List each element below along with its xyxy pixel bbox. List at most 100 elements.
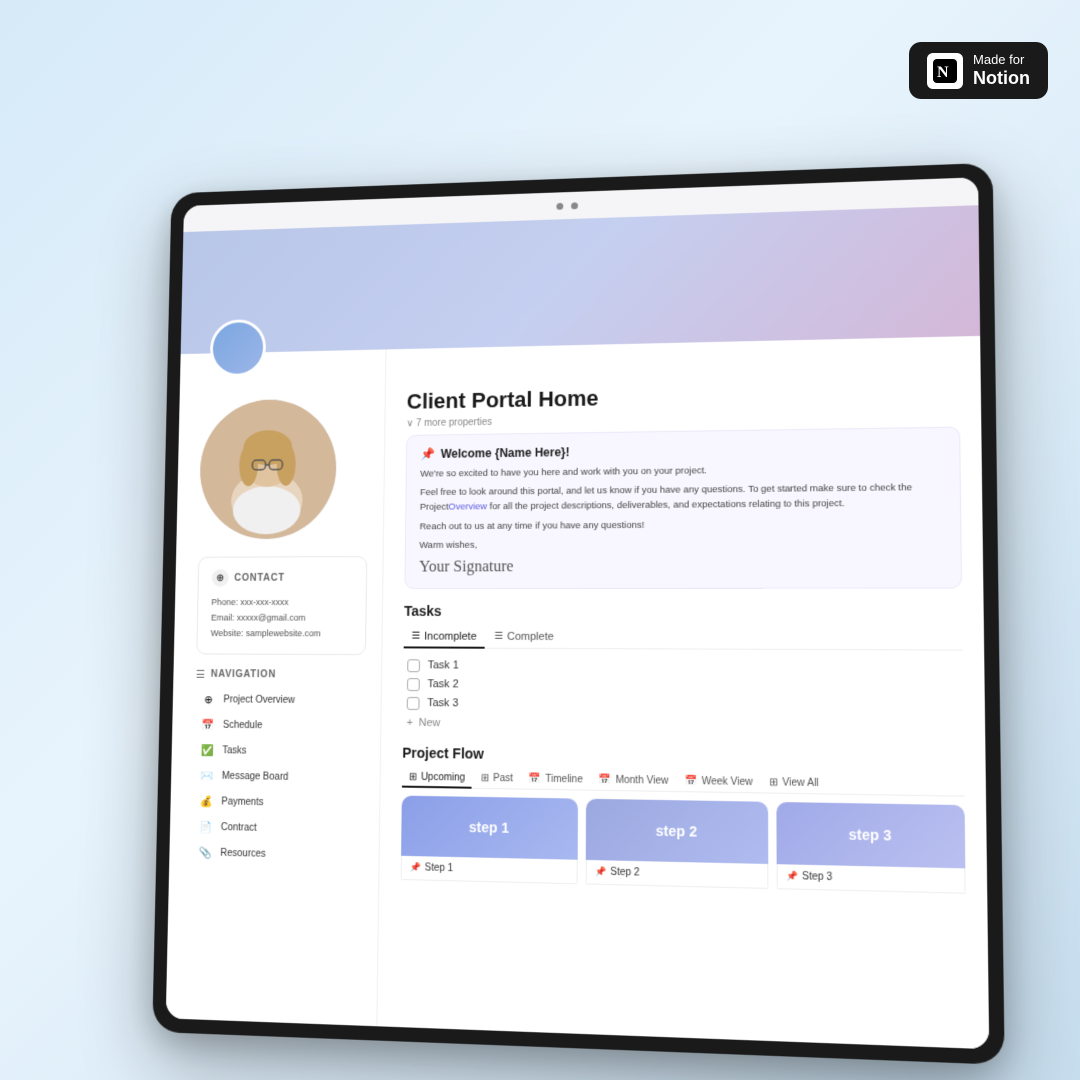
schedule-icon: 📅 (200, 717, 215, 733)
contact-header: ⊕ CONTACT (212, 569, 353, 587)
step-2-card-label: step 2 (656, 822, 697, 839)
step-1-card-label: step 1 (469, 819, 509, 836)
month-label: Month View (616, 775, 669, 787)
step-1-info: 📌 Step 1 (401, 856, 578, 884)
flow-tab-week[interactable]: 📅 Week View (678, 773, 760, 794)
incomplete-tab-label: Incomplete (424, 631, 477, 643)
camera-dot-1 (556, 202, 563, 209)
flow-tab-timeline[interactable]: 📅 Timeline (522, 770, 590, 790)
overview-link[interactable]: Overview (448, 502, 487, 513)
warm-wishes: Warm wishes, (419, 535, 945, 553)
nav-item-resources[interactable]: 📎 Resources (192, 841, 363, 869)
contact-section: ⊕ CONTACT Phone: xxx-xxx-xxxx Email: xxx… (196, 556, 367, 655)
task-2-label: Task 2 (427, 679, 458, 691)
welcome-box: 📌 Welcome {Name Here}! We're so excited … (404, 427, 962, 590)
nav-item-contract[interactable]: 📄 Contract (192, 815, 363, 842)
svg-text:N: N (937, 64, 949, 81)
welcome-line2: Feel free to look around this portal, an… (420, 480, 945, 515)
notion-badge-text: Made for Notion (973, 52, 1030, 89)
tasks-icon: ✅ (200, 743, 215, 759)
tasks-tabs-row: ☰ Incomplete ☰ Complete (404, 627, 963, 651)
nav-item-label: Tasks (222, 745, 246, 756)
step-1-label: Step 1 (425, 862, 454, 874)
tab-incomplete[interactable]: ☰ Incomplete (404, 627, 485, 649)
signature: Your Signature (419, 557, 946, 577)
task-1-label: Task 1 (428, 660, 459, 672)
nav-item-label: Payments (221, 797, 263, 809)
step-3-image: step 3 (776, 802, 965, 868)
upcoming-icon: ⊞ (409, 772, 417, 783)
step-3-label: Step 3 (802, 871, 832, 883)
upcoming-label: Upcoming (421, 772, 465, 784)
flow-tab-all[interactable]: ⊞ View All (762, 774, 826, 795)
step-card-1[interactable]: step 1 📌 Step 1 (401, 796, 578, 891)
nav-icon: ☰ (196, 668, 206, 681)
task-3-checkbox[interactable] (407, 697, 420, 710)
step-2-label-row: 📌 Step 2 (595, 866, 759, 881)
contact-website: Website: samplewebsite.com (211, 626, 352, 642)
step-1-image: step 1 (401, 796, 578, 860)
tab-complete[interactable]: ☰ Complete (486, 627, 561, 649)
profile-image (199, 398, 338, 539)
incomplete-tab-icon: ☰ (411, 631, 420, 642)
nav-item-payments[interactable]: 💰 Payments (193, 790, 364, 817)
page-title-area: Client Portal Home ∨ 7 more properties (406, 349, 960, 430)
task-2-checkbox[interactable] (407, 678, 420, 691)
complete-tab-label: Complete (507, 631, 554, 643)
contact-email: Email: xxxxx@gmail.com (211, 610, 352, 626)
tablet-screen: ⊕ CONTACT Phone: xxx-xxx-xxxx Email: xxx… (166, 177, 989, 1049)
flow-tab-past[interactable]: ⊞ Past (474, 770, 520, 790)
complete-tab-icon: ☰ (494, 631, 503, 642)
step-2-pin: 📌 (595, 866, 606, 878)
project-overview-icon: ⊕ (201, 692, 216, 708)
past-label: Past (493, 773, 513, 784)
nav-header: ☰ NAVIGATION (196, 668, 366, 682)
flow-tabs-row: ⊞ Upcoming ⊞ Past 📅 Timeline (402, 769, 965, 797)
welcome-title: Welcome {Name Here}! (441, 445, 570, 460)
nav-section: ☰ NAVIGATION ⊕ Project Overview 📅 Schedu… (192, 668, 366, 869)
nav-item-message-board[interactable]: ✉️ Message Board (193, 764, 364, 790)
week-icon: 📅 (685, 776, 698, 787)
project-flow-title: Project Flow (402, 745, 964, 769)
nav-item-label: Project Overview (223, 695, 295, 706)
nav-title: NAVIGATION (211, 669, 276, 680)
week-label: Week View (702, 776, 753, 788)
timeline-label: Timeline (545, 774, 583, 786)
nav-item-label: Schedule (223, 720, 263, 731)
month-icon: 📅 (599, 774, 612, 785)
message-board-icon: ✉️ (199, 768, 214, 784)
step-cards-row: step 1 📌 Step 1 (401, 796, 966, 901)
task-3-label: Task 3 (427, 698, 458, 710)
flow-tab-month[interactable]: 📅 Month View (592, 771, 676, 792)
page-body: ⊕ CONTACT Phone: xxx-xxx-xxxx Email: xxx… (166, 336, 989, 1049)
task-1-checkbox[interactable] (407, 659, 420, 672)
step-1-label-row: 📌 Step 1 (410, 862, 569, 877)
step-3-label-row: 📌 Step 3 (786, 871, 956, 887)
tasks-title: Tasks (404, 603, 962, 620)
all-icon: ⊞ (769, 777, 778, 788)
contract-icon: 📄 (198, 819, 213, 835)
step-card-2[interactable]: step 2 📌 Step 2 (586, 799, 769, 895)
nav-item-label: Contract (221, 822, 257, 834)
project-flow-section: Project Flow ⊞ Upcoming ⊞ Past (399, 745, 967, 1036)
flow-tab-upcoming[interactable]: ⊞ Upcoming (402, 769, 472, 789)
add-new-label: New (419, 717, 441, 729)
step-3-pin: 📌 (786, 871, 798, 883)
step-card-3[interactable]: step 3 📌 Step 3 (776, 802, 965, 900)
notion-badge: N Made for Notion (909, 42, 1048, 99)
add-new-task[interactable]: + New (403, 713, 964, 739)
step-2-label: Step 2 (610, 867, 639, 879)
nav-item-schedule[interactable]: 📅 Schedule (195, 713, 366, 738)
welcome-line1: We're so excited to have you here and wo… (420, 460, 945, 481)
nav-item-project-overview[interactable]: ⊕ Project Overview (195, 688, 365, 713)
nav-item-label: Resources (220, 848, 266, 860)
step-2-info: 📌 Step 2 (586, 860, 769, 889)
tablet-outer: ⊕ CONTACT Phone: xxx-xxx-xxxx Email: xxx… (152, 163, 1004, 1065)
step-3-info: 📌 Step 3 (777, 864, 966, 894)
notion-label: Notion (973, 68, 1030, 90)
nav-item-tasks[interactable]: ✅ Tasks (194, 739, 365, 765)
contact-info: Phone: xxx-xxx-xxxx Email: xxxxx@gmail.c… (211, 594, 353, 642)
notion-content: ⊕ CONTACT Phone: xxx-xxx-xxxx Email: xxx… (166, 205, 989, 1049)
cover-area (181, 205, 981, 354)
timeline-icon: 📅 (529, 773, 541, 784)
